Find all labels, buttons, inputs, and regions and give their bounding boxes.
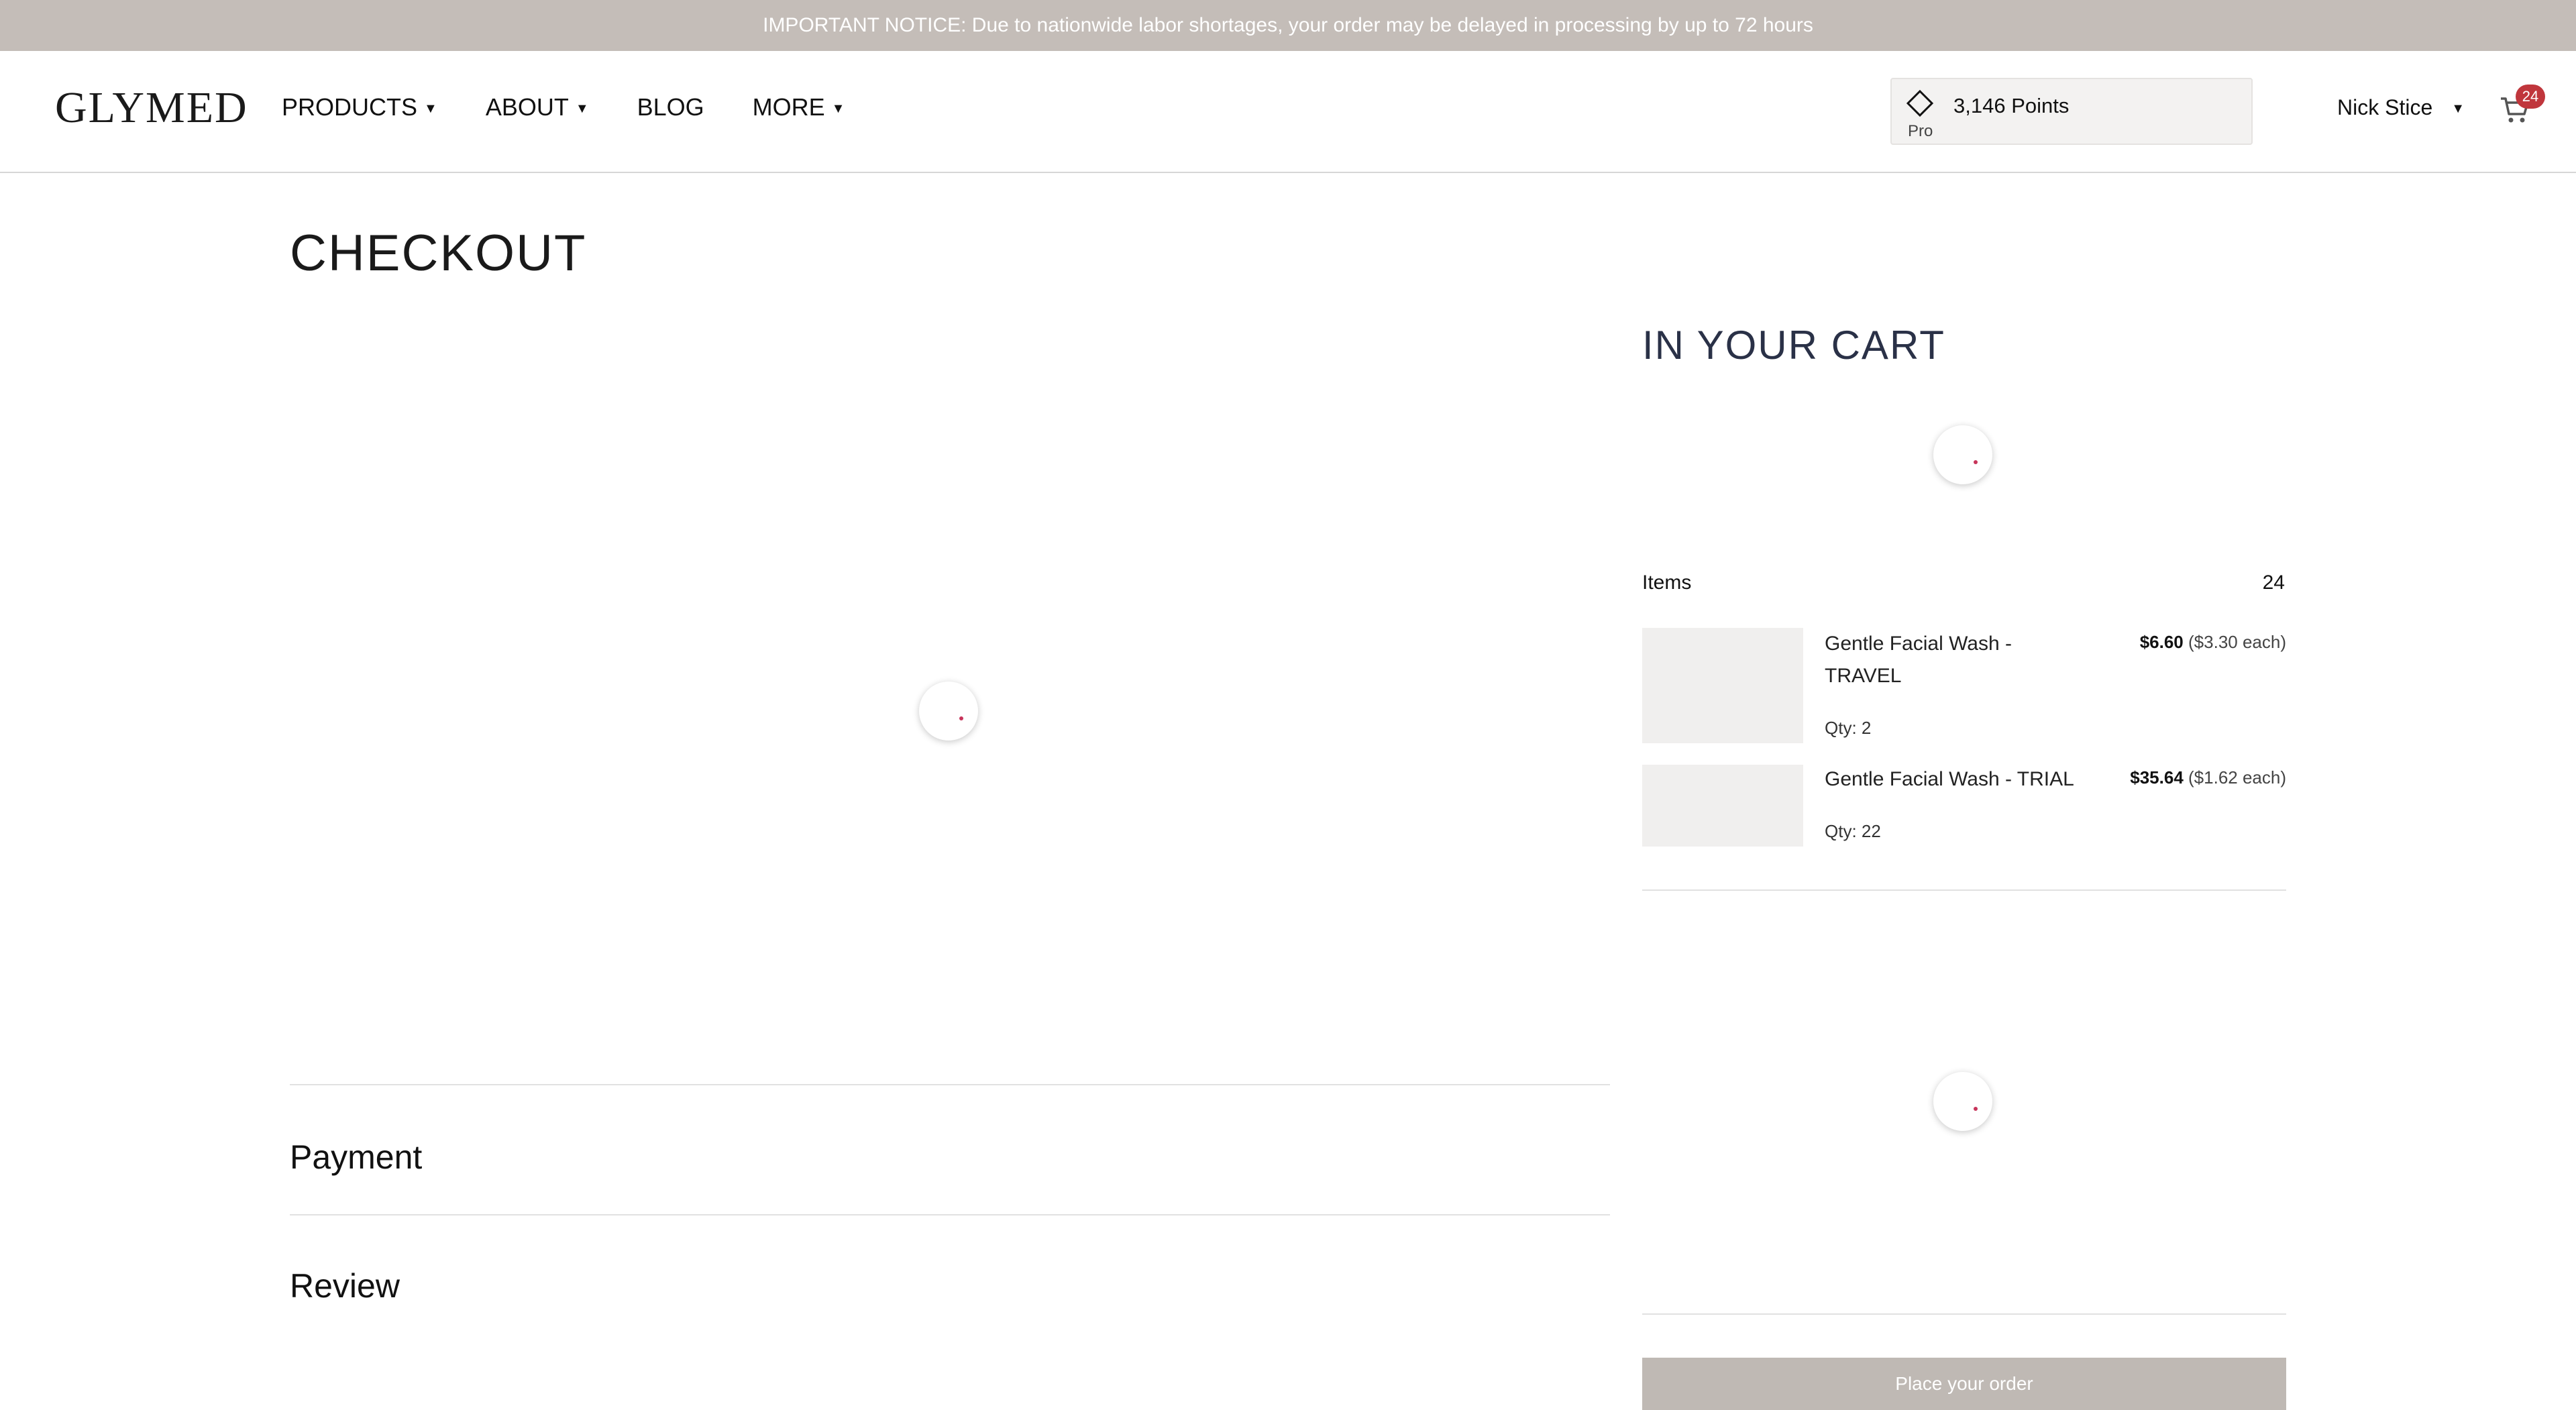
- product-unit-price: ($1.62 each): [2188, 767, 2286, 788]
- product-qty: Qty: 22: [1825, 821, 1881, 841]
- rewards-points-box[interactable]: 3,146 Points Pro: [1890, 78, 2253, 145]
- section-divider: [290, 1084, 1610, 1085]
- notice-text: IMPORTANT NOTICE: Due to nationwide labo…: [763, 14, 1813, 36]
- nav-blog[interactable]: BLOG: [637, 95, 704, 119]
- diamond-icon: [1906, 89, 1934, 117]
- caret-down-icon: ▼: [831, 101, 845, 116]
- nav-products[interactable]: PRODUCTS ▼: [282, 95, 437, 119]
- nav-more-label: MORE: [752, 93, 825, 121]
- product-price: $35.64 ($1.62 each): [2130, 767, 2286, 788]
- product-price: $6.60 ($3.30 each): [2140, 632, 2286, 653]
- product-qty: Qty: 2: [1825, 718, 1872, 738]
- loading-spinner: [1933, 425, 1992, 484]
- section-divider: [290, 1214, 1610, 1215]
- caret-down-icon: ▼: [2451, 101, 2465, 116]
- caret-down-icon: ▼: [424, 101, 437, 116]
- place-order-button[interactable]: Place your order: [1642, 1358, 2286, 1410]
- product-name: Gentle Facial Wash - TRIAL: [1825, 768, 2074, 790]
- items-label: Items: [1642, 572, 1692, 594]
- loading-spinner: [919, 682, 978, 741]
- page-title: CHECKOUT: [290, 225, 587, 282]
- product-unit-price: ($3.30 each): [2188, 632, 2286, 652]
- notice-bar: IMPORTANT NOTICE: Due to nationwide labo…: [0, 0, 2576, 51]
- spinner-dot: [1974, 460, 1978, 464]
- cart-title: IN YOUR CART: [1642, 323, 1945, 368]
- main-nav: PRODUCTS ▼ ABOUT ▼ BLOG MORE ▼: [282, 95, 893, 119]
- site-header: GLYMED PRODUCTS ▼ ABOUT ▼ BLOG MORE ▼ 3,…: [0, 51, 2576, 173]
- cart-divider: [1642, 889, 2286, 891]
- payment-section-heading[interactable]: Payment: [290, 1138, 422, 1177]
- product-total: $35.64: [2130, 767, 2184, 788]
- nav-about-label: ABOUT: [485, 93, 569, 121]
- cart-divider: [1642, 1313, 2286, 1315]
- product-name: Gentle Facial Wash - TRAVEL: [1825, 633, 2012, 687]
- items-count: 24: [2262, 572, 2285, 594]
- points-value: 3,146 Points: [1953, 94, 2070, 117]
- spinner-dot: [1974, 1107, 1978, 1111]
- nav-blog-label: BLOG: [637, 93, 704, 121]
- nav-about[interactable]: ABOUT ▼: [486, 95, 589, 119]
- product-thumbnail: [1642, 765, 1803, 847]
- user-menu[interactable]: Nick Stice ▼: [2337, 97, 2465, 118]
- site-logo[interactable]: GLYMED: [55, 86, 248, 130]
- member-tier: Pro: [1908, 122, 1933, 140]
- nav-products-label: PRODUCTS: [282, 93, 418, 121]
- product-total: $6.60: [2139, 632, 2184, 652]
- loading-spinner: [1933, 1072, 1992, 1131]
- caret-down-icon: ▼: [575, 101, 589, 116]
- cart-count-badge: 24: [2516, 85, 2545, 109]
- spinner-dot: [959, 716, 963, 720]
- product-thumbnail: [1642, 628, 1803, 743]
- nav-more[interactable]: MORE ▼: [753, 95, 845, 119]
- review-section-heading[interactable]: Review: [290, 1266, 400, 1305]
- user-name: Nick Stice: [2337, 95, 2433, 119]
